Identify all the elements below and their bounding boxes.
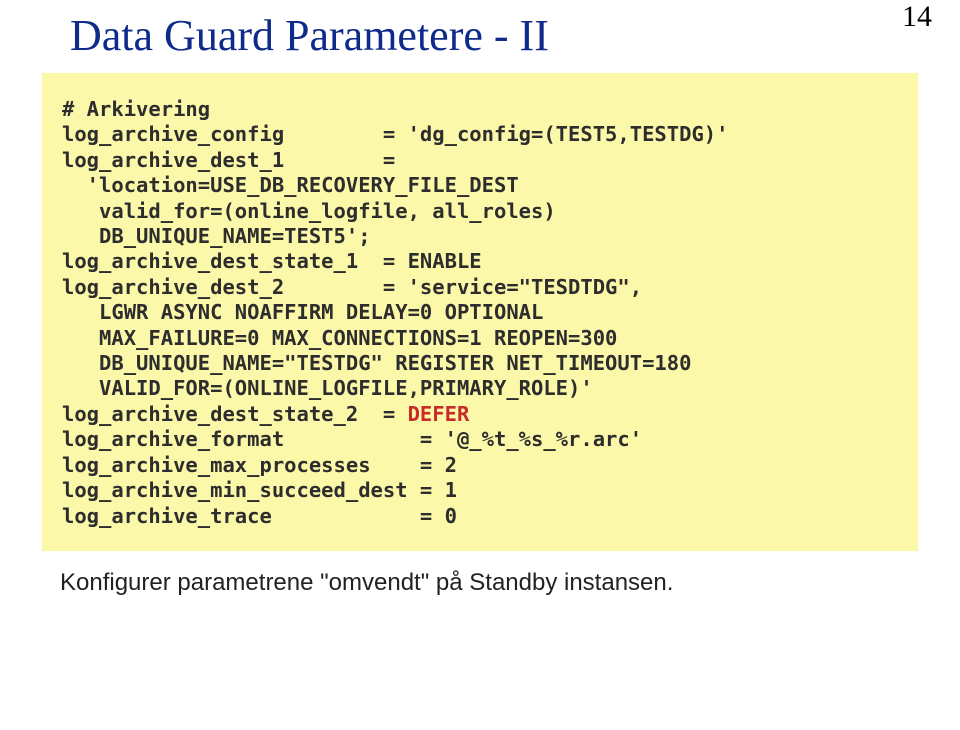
page-number: 14: [902, 0, 932, 34]
code-highlight: DEFER: [408, 402, 470, 426]
code-line: log_archive_dest_state_2 = DEFER: [62, 402, 898, 427]
code-line: DB_UNIQUE_NAME="TESTDG" REGISTER NET_TIM…: [62, 351, 898, 376]
code-line: DB_UNIQUE_NAME=TEST5';: [62, 224, 898, 249]
code-line: valid_for=(online_logfile, all_roles): [62, 199, 898, 224]
code-line: log_archive_dest_1 =: [62, 148, 898, 173]
code-line: log_archive_dest_state_1 = ENABLE: [62, 249, 898, 274]
code-line: # Arkivering: [62, 97, 898, 122]
code-line: LGWR ASYNC NOAFFIRM DELAY=0 OPTIONAL: [62, 300, 898, 325]
code-line: log_archive_max_processes = 2: [62, 453, 898, 478]
code-line: VALID_FOR=(ONLINE_LOGFILE,PRIMARY_ROLE)': [62, 376, 898, 401]
code-line: log_archive_format = '@_%t_%s_%r.arc': [62, 427, 898, 452]
code-line: MAX_FAILURE=0 MAX_CONNECTIONS=1 REOPEN=3…: [62, 326, 898, 351]
code-text: log_archive_dest_state_2 =: [62, 402, 408, 426]
slide: 14 Data Guard Parametere - II # Arkiveri…: [0, 0, 960, 730]
slide-caption: Konfigurer parametrene "omvendt" på Stan…: [60, 569, 960, 597]
code-line: log_archive_trace = 0: [62, 504, 898, 529]
code-line: log_archive_min_succeed_dest = 1: [62, 478, 898, 503]
code-block: # Arkivering log_archive_config = 'dg_co…: [42, 73, 918, 551]
code-line: log_archive_config = 'dg_config=(TEST5,T…: [62, 122, 898, 147]
code-line: log_archive_dest_2 = 'service="TESDTDG",: [62, 275, 898, 300]
slide-title: Data Guard Parametere - II: [70, 10, 960, 61]
code-line: 'location=USE_DB_RECOVERY_FILE_DEST: [62, 173, 898, 198]
